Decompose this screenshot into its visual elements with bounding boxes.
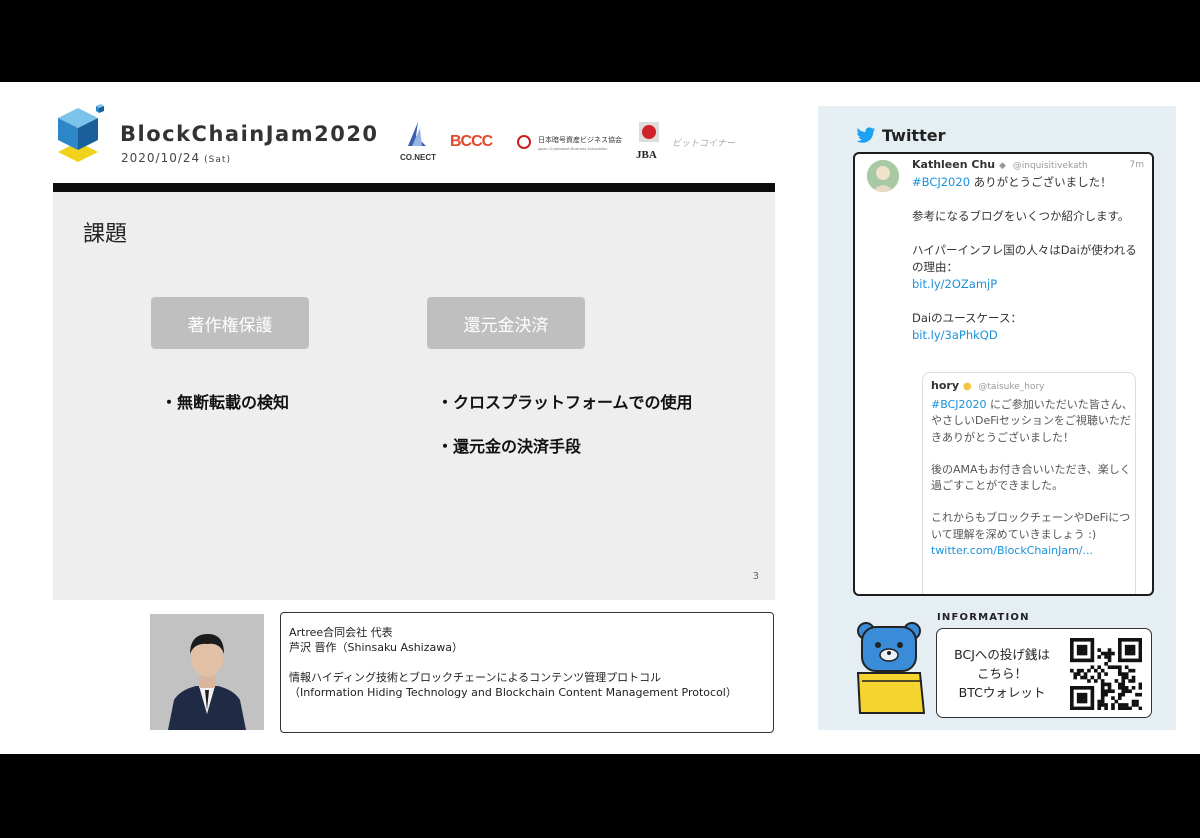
emoji-icon: ● <box>962 381 972 392</box>
speaker-name: 芦沢 晋作（Shinsaku Ashizawa） <box>289 641 463 654</box>
sponsor-conect-text: CO.NECT <box>400 153 436 162</box>
tweet-body: #BCJ2020 ありがとうございました！ 参考になるブログをいくつか紹介します… <box>912 174 1148 361</box>
sponsor-bitcoiner-text: ビットコイナー <box>672 138 736 149</box>
speaker-photo <box>150 614 264 730</box>
sponsor-jcba-en-text: Japan Cryptoasset Business Association <box>537 147 607 151</box>
information-label: INFORMATION <box>937 612 1030 623</box>
talk-title-en: （Information Hiding Technology and Block… <box>289 686 737 699</box>
conect-logo-icon: CO.NECT <box>400 122 436 162</box>
tip-info-text: BCJへの投げ銭は こちら！ BTCウォレット <box>943 645 1061 702</box>
twitter-bird-icon <box>856 127 876 143</box>
event-day: (Sat) <box>204 155 231 165</box>
tweet-link1[interactable]: bit.ly/2OZamjP <box>912 277 997 291</box>
blockchainjam-logo-icon <box>58 104 104 162</box>
quote-text2: 後のAMAもお付き合いいただき、楽しく過ごすことができました。 <box>931 462 1131 493</box>
bullet-reward-payment-method: ・還元金の決済手段 <box>437 437 582 456</box>
stream-frame: BlockChainJam2020 2020/10/24 (Sat) CO.NEC… <box>0 82 1200 754</box>
event-date: 2020/10/24 (Sat) <box>121 151 231 165</box>
twitter-header-label: Twitter <box>882 126 946 145</box>
category-reward-settlement: 還元金決済 <box>427 297 585 349</box>
talk-title-ja: 情報ハイディング技術とブロックチェーンによるコンテンツ管理プロトコル <box>289 671 662 684</box>
slide-page-number: 3 <box>752 571 759 582</box>
quote-text3: これからもブロックチェーンやDeFiについて理解を深めていきましょう :) <box>931 511 1131 541</box>
bullet-cross-platform-use: ・クロスプラットフォームでの使用 <box>437 393 693 412</box>
tip-line2: こちら！ <box>976 666 1027 681</box>
slide-title: 課題 <box>83 222 128 247</box>
speaker-org: Artree合同会社 代表 <box>289 626 393 639</box>
jcba-ring-icon <box>517 135 531 149</box>
presentation-slide: 課題 著作権保護 還元金決済 ・無断転載の検知 ・クロスプラットフォームでの使用… <box>53 192 775 600</box>
sponsor-logos: CO.NECT BCCC 日本暗号資産ビジネス協会 Japan Cryptoas… <box>400 122 736 162</box>
speaker-info-box: Artree合同会社 代表 芦沢 晋作（Shinsaku Ashizawa） 情… <box>280 612 774 733</box>
quote-body: #BCJ2020 にご参加いただいた皆さん、やさしいDeFiセッションをご視聴い… <box>931 397 1133 559</box>
sponsor-jba-text: JBA <box>636 149 657 161</box>
bullet-unauthorized-repost-detection: ・無断転載の検知 <box>161 393 290 412</box>
event-title: BlockChainJam2020 <box>120 122 379 146</box>
sponsor-jcba-text: 日本暗号資産ビジネス協会 <box>538 135 622 144</box>
tweet-link2[interactable]: bit.ly/3aPhkQD <box>912 328 998 342</box>
tweet-para3: ハイパーインフレ国の人々はDaiが使われるの理由： <box>912 243 1137 274</box>
twitter-panel: Twitter Kathleen Chu ◆ @inquisitivekath … <box>818 106 1176 730</box>
tweet-hashtag[interactable]: #BCJ2020 <box>912 175 970 189</box>
tip-line1: BCJへの投げ銭は <box>954 647 1050 662</box>
btc-wallet-qr-code[interactable] <box>1070 638 1142 710</box>
verified-icon: ◆ <box>998 161 1006 171</box>
avatar <box>867 160 899 192</box>
tweet-author-name: Kathleen Chu <box>912 158 996 171</box>
sponsor-bccc-text: BCCC <box>450 133 494 150</box>
slide-top-bar <box>53 183 775 192</box>
quote-author-name: hory <box>931 379 959 392</box>
tweet-para4: Daiのユースケース： <box>912 311 1022 325</box>
quote-author-handle: @taisuke_hory <box>978 382 1045 392</box>
category-copyright-protection: 著作権保護 <box>151 297 309 349</box>
quote-author: hory ● @taisuke_hory <box>931 379 1045 392</box>
tweet-author-handle: @inquisitivekath <box>1012 161 1088 171</box>
quote-link[interactable]: twitter.com/BlockChainJam/... <box>931 544 1093 557</box>
tip-line3: BTCウォレット <box>958 685 1046 700</box>
jba-logo-icon: JBA <box>636 122 659 161</box>
tweet-author: Kathleen Chu ◆ @inquisitivekath <box>912 158 1088 171</box>
quote-hashtag[interactable]: #BCJ2020 <box>931 398 987 411</box>
tweet-line1: ありがとうございました！ <box>970 175 1112 189</box>
quoted-tweet[interactable]: hory ● @taisuke_hory #BCJ2020 にご参加いただいた皆… <box>922 372 1136 594</box>
tweet-para2: 参考になるブログをいくつか紹介します。 <box>912 209 1130 223</box>
twitter-header: Twitter <box>856 126 945 145</box>
tweet-time: 7m <box>1129 160 1145 170</box>
tweet-card[interactable]: Kathleen Chu ◆ @inquisitivekath 7m #BCJ2… <box>853 152 1154 596</box>
tip-info-box: BCJへの投げ銭は こちら！ BTCウォレット <box>936 628 1152 718</box>
event-date-value: 2020/10/24 <box>121 151 201 165</box>
mascot-bear-in-box-icon <box>856 622 926 714</box>
